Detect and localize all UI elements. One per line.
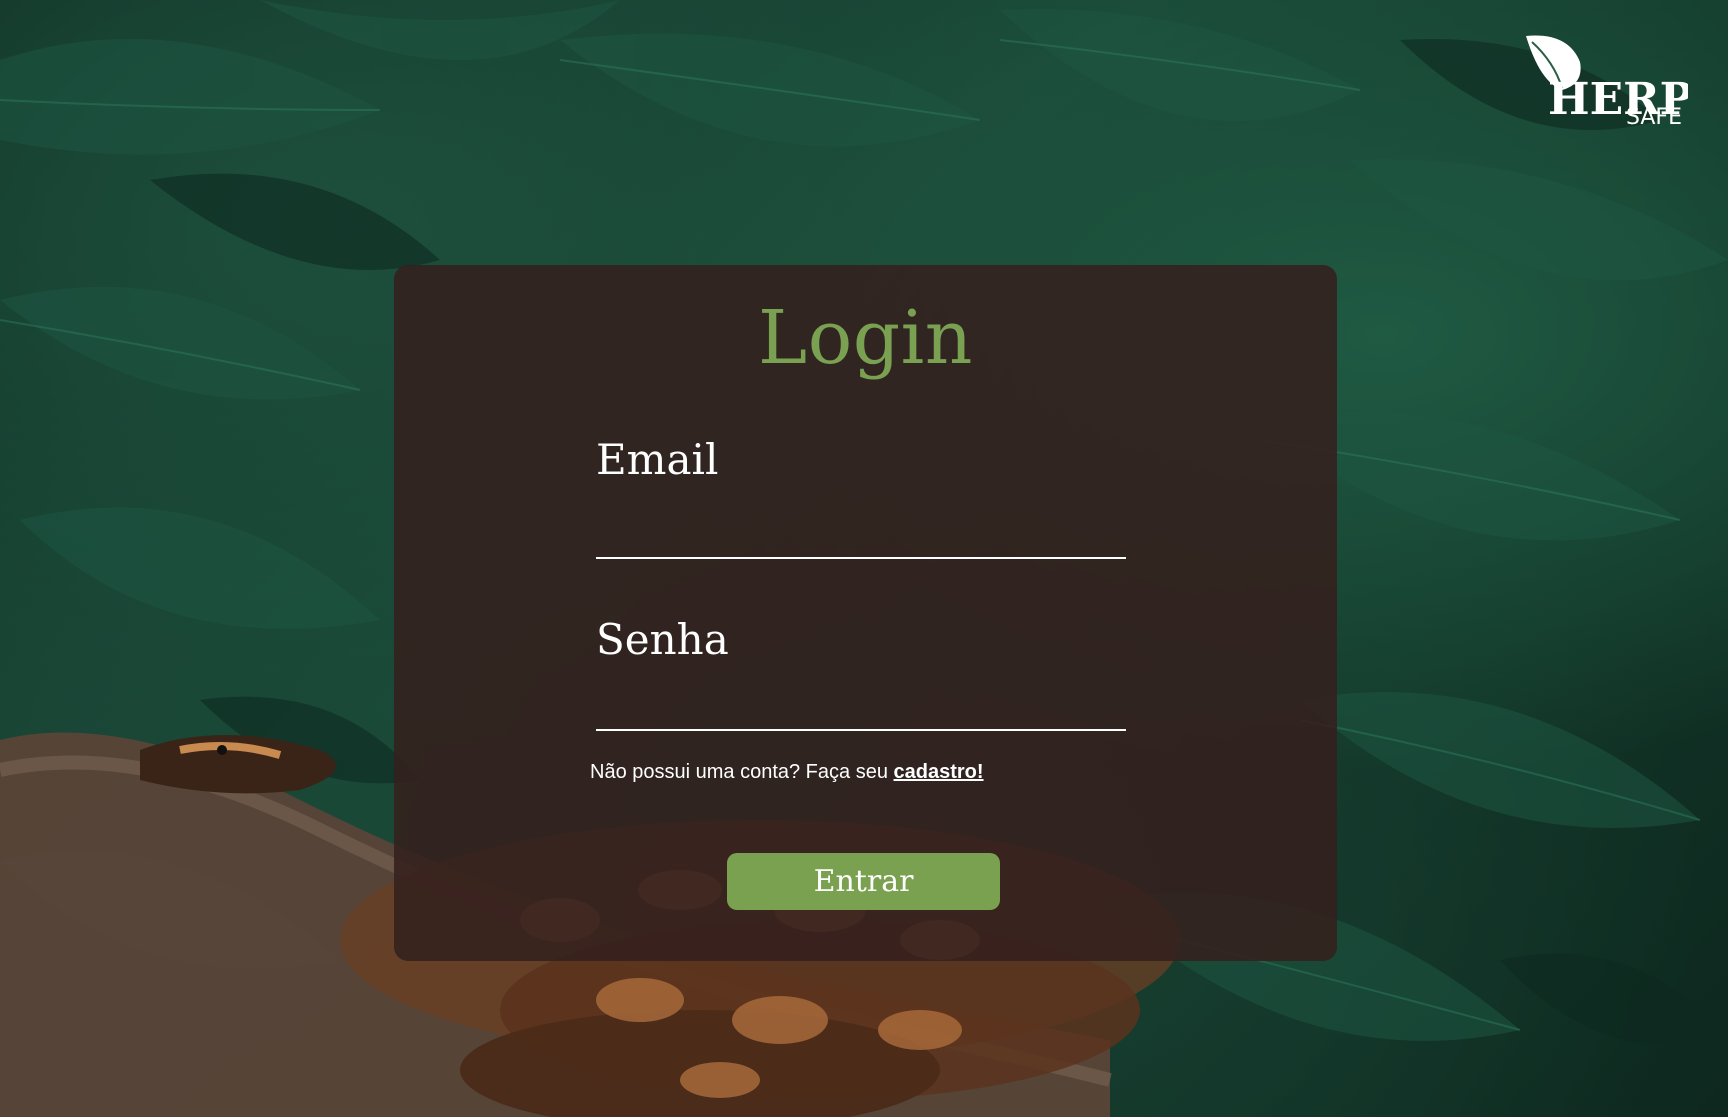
signup-link[interactable]: cadastro! — [894, 761, 984, 783]
leaf-logo-icon: HERP SAFE — [1526, 35, 1688, 130]
senha-input[interactable] — [596, 685, 1126, 731]
signup-prompt: Não possui uma conta? Faça seu cadastro! — [590, 761, 984, 784]
senha-label: Senha — [596, 615, 729, 664]
login-title: Login — [758, 295, 973, 381]
email-label: Email — [596, 435, 719, 484]
login-card: Login Email Senha Não possui uma conta? … — [394, 265, 1337, 961]
email-input[interactable] — [596, 513, 1126, 559]
svg-text:SAFE: SAFE — [1626, 105, 1682, 130]
entrar-button[interactable]: Entrar — [727, 853, 1000, 910]
signup-prompt-text: Não possui uma conta? Faça seu — [590, 761, 888, 783]
